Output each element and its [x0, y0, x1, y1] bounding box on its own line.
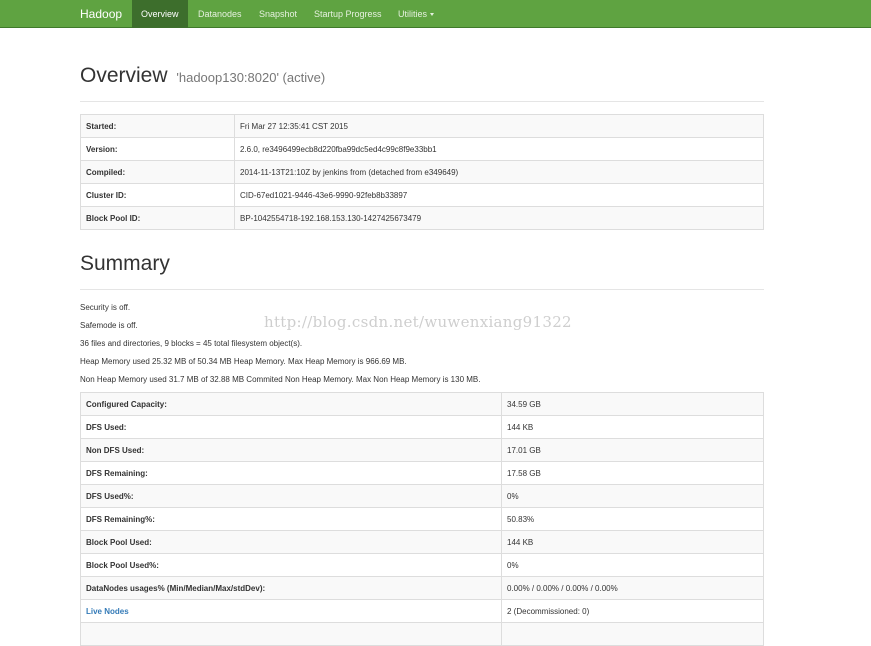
watermark-text: http://blog.csdn.net/wuwenxiang91322: [264, 313, 572, 331]
summary-value-block-pool-used-percent: 0%: [501, 553, 764, 577]
summary-divider: [80, 289, 764, 290]
summary-value-datanodes-usages: 0.00% / 0.00% / 0.00% / 0.00%: [501, 576, 764, 600]
page-subtitle: 'hadoop130:8020' (active): [176, 70, 326, 85]
overview-value-compiled: 2014-11-13T21:10Z by jenkins from (detac…: [234, 160, 764, 184]
filesystem-objects-text: 36 files and directories, 9 blocks = 45 …: [80, 339, 303, 348]
table-row: DFS Used%: 0%: [80, 484, 764, 508]
summary-value-live-nodes: 2 (Decommissioned: 0): [501, 599, 764, 623]
summary-key-next-row: [80, 622, 502, 646]
overview-key-compiled: Compiled:: [80, 160, 235, 184]
summary-value-dfs-remaining: 17.58 GB: [501, 461, 764, 485]
table-row: Block Pool ID: BP-1042554718-192.168.153…: [80, 206, 764, 230]
summary-value-configured-capacity: 34.59 GB: [501, 392, 764, 416]
nav-tab-overview[interactable]: Overview: [132, 0, 188, 28]
overview-key-version: Version:: [80, 137, 235, 161]
live-nodes-link[interactable]: Live Nodes: [86, 607, 129, 616]
table-row: Block Pool Used%: 0%: [80, 553, 764, 577]
table-row: Compiled: 2014-11-13T21:10Z by jenkins f…: [80, 160, 764, 184]
overview-value-version: 2.6.0, re3496499ecb8d220fba99dc5ed4c99c8…: [234, 137, 764, 161]
table-row: Cluster ID: CID-67ed1021-9446-43e6-9990-…: [80, 183, 764, 207]
summary-key-live-nodes-cell: Live Nodes: [80, 599, 502, 623]
overview-key-cluster-id: Cluster ID:: [80, 183, 235, 207]
summary-title: Summary: [80, 252, 170, 275]
table-row: DFS Remaining%: 50.83%: [80, 507, 764, 531]
summary-value-dfs-used: 144 KB: [501, 415, 764, 439]
table-row: Non DFS Used: 17.01 GB: [80, 438, 764, 462]
overview-key-started: Started:: [80, 114, 235, 138]
summary-table: Configured Capacity: 34.59 GB DFS Used: …: [80, 392, 764, 646]
summary-key-datanodes-usages: DataNodes usages% (Min/Median/Max/stdDev…: [80, 576, 502, 600]
caret-down-icon: [430, 13, 435, 17]
security-status-text: Security is off.: [80, 303, 131, 312]
table-row: DataNodes usages% (Min/Median/Max/stdDev…: [80, 576, 764, 600]
nav-tab-datanodes[interactable]: Datanodes: [198, 0, 242, 28]
table-row: Block Pool Used: 144 KB: [80, 530, 764, 554]
summary-key-non-dfs-used: Non DFS Used:: [80, 438, 502, 462]
summary-key-block-pool-used: Block Pool Used:: [80, 530, 502, 554]
summary-value-non-dfs-used: 17.01 GB: [501, 438, 764, 462]
overview-value-cluster-id: CID-67ed1021-9446-43e6-9990-92feb8b33897: [234, 183, 764, 207]
summary-key-dfs-remaining: DFS Remaining:: [80, 461, 502, 485]
table-row: DFS Remaining: 17.58 GB: [80, 461, 764, 485]
summary-value-dfs-remaining-percent: 50.83%: [501, 507, 764, 531]
nav-tab-utilities[interactable]: Utilities: [398, 0, 435, 28]
page-title: Overview 'hadoop130:8020' (active): [80, 64, 325, 88]
brand-link[interactable]: Hadoop: [80, 0, 122, 28]
overview-table: Started: Fri Mar 27 12:35:41 CST 2015 Ve…: [80, 114, 764, 230]
summary-key-dfs-used: DFS Used:: [80, 415, 502, 439]
summary-key-dfs-remaining-percent: DFS Remaining%:: [80, 507, 502, 531]
table-row: DFS Used: 144 KB: [80, 415, 764, 439]
summary-value-block-pool-used: 144 KB: [501, 530, 764, 554]
summary-key-dfs-used-percent: DFS Used%:: [80, 484, 502, 508]
non-heap-memory-text: Non Heap Memory used 31.7 MB of 32.88 MB…: [80, 375, 481, 384]
summary-value-dfs-used-percent: 0%: [501, 484, 764, 508]
overview-divider: [80, 101, 764, 102]
heap-memory-text: Heap Memory used 25.32 MB of 50.34 MB He…: [80, 357, 407, 366]
summary-value-next-row: [501, 622, 764, 646]
table-row: Version: 2.6.0, re3496499ecb8d220fba99dc…: [80, 137, 764, 161]
page-title-text: Overview: [80, 64, 168, 87]
nav-tab-startup-progress[interactable]: Startup Progress: [314, 0, 382, 28]
summary-key-block-pool-used-percent: Block Pool Used%:: [80, 553, 502, 577]
overview-value-started: Fri Mar 27 12:35:41 CST 2015: [234, 114, 764, 138]
safemode-status-text: Safemode is off.: [80, 321, 138, 330]
nav-tab-snapshot[interactable]: Snapshot: [259, 0, 297, 28]
table-row: Configured Capacity: 34.59 GB: [80, 392, 764, 416]
table-row: [80, 622, 764, 646]
table-row: Live Nodes 2 (Decommissioned: 0): [80, 599, 764, 623]
overview-value-block-pool-id: BP-1042554718-192.168.153.130-1427425673…: [234, 206, 764, 230]
summary-key-configured-capacity: Configured Capacity:: [80, 392, 502, 416]
overview-key-block-pool-id: Block Pool ID:: [80, 206, 235, 230]
table-row: Started: Fri Mar 27 12:35:41 CST 2015: [80, 114, 764, 138]
nav-tab-utilities-label: Utilities: [398, 9, 428, 19]
top-navbar: Hadoop Overview Datanodes Snapshot Start…: [0, 0, 871, 28]
